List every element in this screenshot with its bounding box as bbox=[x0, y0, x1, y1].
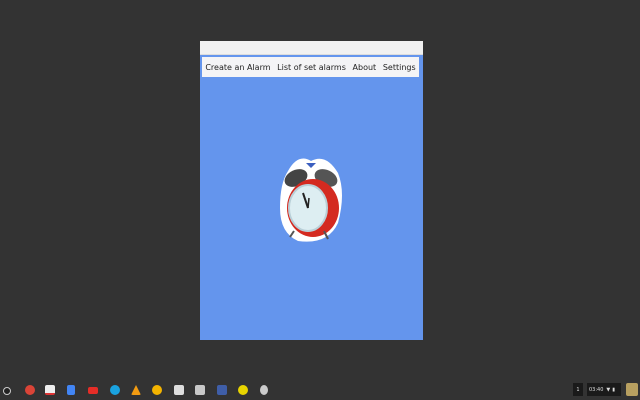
alarm-app-icon[interactable] bbox=[260, 385, 268, 395]
avatar[interactable] bbox=[626, 383, 638, 396]
emoji-icon[interactable] bbox=[238, 385, 248, 395]
wifi-icon: ▼ bbox=[606, 386, 611, 393]
launcher-icon[interactable] bbox=[3, 387, 11, 395]
files-icon[interactable] bbox=[174, 385, 184, 395]
title-bar[interactable] bbox=[200, 41, 423, 55]
menu-create-alarm[interactable]: Create an Alarm bbox=[205, 63, 270, 72]
battery-icon: ▮ bbox=[612, 386, 616, 393]
menu-about[interactable]: About bbox=[353, 63, 377, 72]
notification-count[interactable]: 1 bbox=[573, 383, 583, 396]
photos-icon[interactable] bbox=[152, 385, 162, 395]
menu-bar: Create an Alarm List of set alarms About… bbox=[202, 57, 419, 77]
menu-list-alarms[interactable]: List of set alarms bbox=[277, 63, 346, 72]
chat-icon[interactable] bbox=[110, 385, 120, 395]
docs-icon[interactable] bbox=[67, 385, 75, 395]
clock-time: 03:40 bbox=[589, 386, 604, 393]
alarm-clock-icon bbox=[280, 158, 342, 242]
chrome-icon[interactable] bbox=[25, 385, 35, 395]
app-window: Create an Alarm List of set alarms About… bbox=[200, 41, 423, 340]
menu-settings[interactable]: Settings bbox=[383, 63, 416, 72]
app-icon[interactable] bbox=[195, 385, 205, 395]
youtube-icon[interactable] bbox=[88, 387, 98, 394]
calculator-icon[interactable] bbox=[217, 385, 227, 395]
gmail-icon[interactable] bbox=[45, 385, 55, 395]
status-area[interactable]: 03:40 ▼ ▮ bbox=[587, 383, 621, 396]
